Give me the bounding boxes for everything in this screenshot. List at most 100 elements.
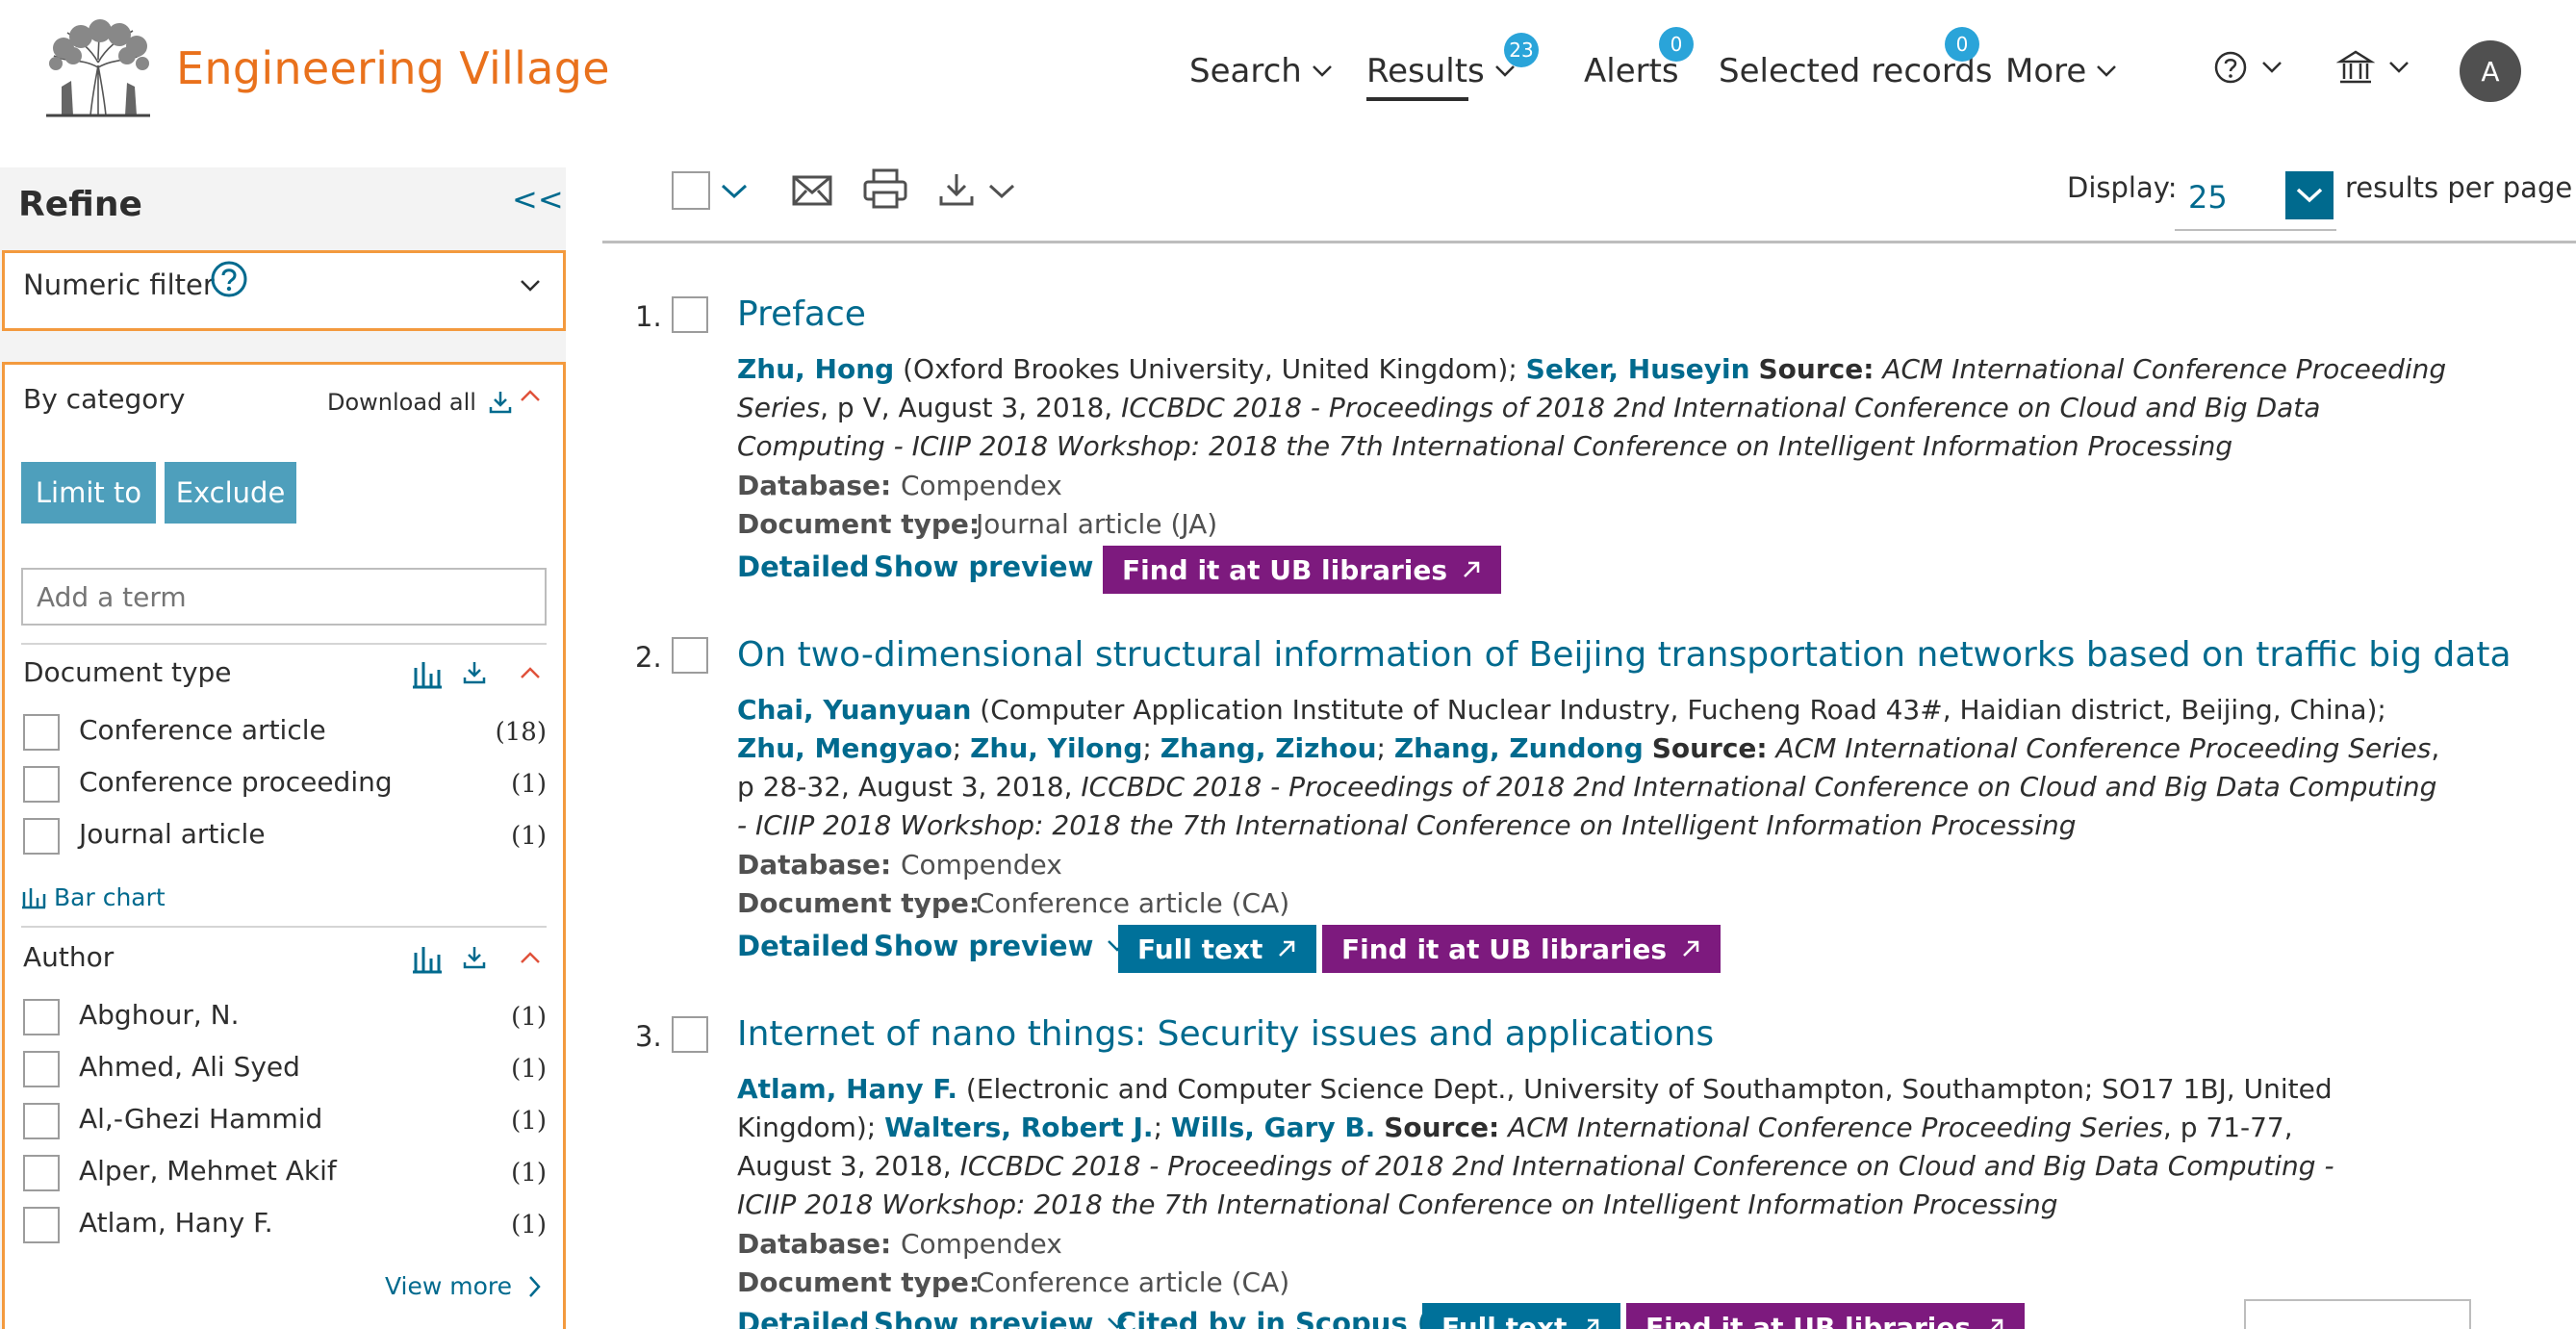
facet-label: Journal article <box>79 818 266 850</box>
site-logo-text[interactable]: Engineering Village <box>176 42 610 94</box>
find-it-label: Find it at UB libraries <box>1645 1311 1972 1329</box>
facet-checkbox[interactable] <box>23 999 60 1035</box>
bar-chart-label: Bar chart <box>54 883 166 911</box>
collapse-sidebar-button[interactable]: << <box>512 181 564 217</box>
document-type-label: Document type: <box>737 1266 981 1298</box>
facet-checkbox[interactable] <box>23 1207 60 1243</box>
author-link[interactable]: Wills, Gary B. <box>1171 1112 1375 1143</box>
detailed-link[interactable]: Detailed <box>737 550 869 583</box>
facet-checkbox[interactable] <box>23 1155 60 1191</box>
divider <box>21 926 547 928</box>
result-title[interactable]: Internet of nano things: Security issues… <box>737 1014 1714 1054</box>
facet-label: Atlam, Hany F. <box>79 1207 273 1239</box>
show-preview-link[interactable]: Show preview <box>874 930 1128 962</box>
show-preview-label: Show preview <box>874 1307 1094 1329</box>
print-icon[interactable] <box>862 167 908 210</box>
facet-label: Alper, Mehmet Akif <box>79 1155 337 1187</box>
detailed-link[interactable]: Detailed <box>737 1307 869 1329</box>
full-text-button[interactable]: Full text <box>1422 1303 1621 1329</box>
facet-checkbox[interactable] <box>23 1103 60 1139</box>
bar-chart-link[interactable]: Bar chart <box>21 883 166 911</box>
download-all-button[interactable]: Download all <box>327 389 513 416</box>
chevron-down-icon <box>2097 65 2117 77</box>
nav-search-label: Search <box>1189 52 1302 90</box>
full-text-label: Full text <box>1441 1311 1568 1329</box>
selected-records-count-badge: 0 <box>1945 27 1979 62</box>
author-link[interactable]: Zhang, Zizhou <box>1160 732 1377 764</box>
cited-by-label: Cited by in Scopus (1) <box>1116 1307 1463 1329</box>
view-more-link[interactable]: View more <box>385 1272 541 1300</box>
chevron-down-icon <box>1494 65 1515 77</box>
author-link[interactable]: Zhu, Hong <box>737 353 894 385</box>
facet-checkbox[interactable] <box>23 714 60 751</box>
exclude-button[interactable]: Exclude <box>165 462 296 524</box>
cited-by-link[interactable]: Cited by in Scopus (1) <box>1116 1307 1463 1329</box>
user-avatar[interactable]: A <box>2460 40 2521 102</box>
chevron-right-icon <box>529 1275 541 1297</box>
result-checkbox[interactable] <box>672 296 708 333</box>
facet-count: (1) <box>511 1211 547 1240</box>
facet-checkbox[interactable] <box>23 766 60 803</box>
results-per-page-dropdown[interactable] <box>2285 171 2334 219</box>
chevron-down-icon[interactable] <box>520 279 541 293</box>
email-icon[interactable] <box>791 173 833 208</box>
select-all-checkbox[interactable] <box>672 171 710 210</box>
result-checkbox[interactable] <box>672 1016 708 1053</box>
find-it-button[interactable]: Find it at UB libraries <box>1626 1303 2026 1329</box>
show-preview-link[interactable]: Show preview <box>874 550 1128 583</box>
source-label: Source: <box>1651 732 1768 764</box>
find-it-button[interactable]: Find it at UB libraries <box>1322 925 1722 973</box>
download-icon[interactable] <box>462 660 487 685</box>
nav-results[interactable]: Results <box>1366 52 1516 90</box>
database-value: Compendex <box>901 849 1062 881</box>
external-link-icon <box>1464 561 1480 577</box>
bar-chart-icon[interactable] <box>412 660 443 689</box>
facet-checkbox[interactable] <box>23 818 60 855</box>
database-value: Compendex <box>901 1228 1062 1260</box>
by-category-label: By category <box>23 383 186 415</box>
find-it-button[interactable]: Find it at UB libraries <box>1103 546 1502 594</box>
external-link-icon <box>1991 1318 2003 1329</box>
detailed-link[interactable]: Detailed <box>737 930 869 962</box>
back-to-top-button[interactable] <box>2244 1299 2471 1329</box>
author-link[interactable]: Zhang, Zundong <box>1394 732 1644 764</box>
chevron-down-icon[interactable] <box>987 183 1016 200</box>
show-preview-link[interactable]: Show preview <box>874 1307 1128 1329</box>
help-menu[interactable] <box>2213 50 2283 85</box>
author-link[interactable]: Walters, Robert J. <box>884 1112 1153 1143</box>
chevron-up-icon[interactable] <box>520 389 541 402</box>
facet-checkbox[interactable] <box>23 1051 60 1087</box>
help-icon[interactable] <box>210 260 248 298</box>
download-icon[interactable] <box>937 171 976 208</box>
show-preview-label: Show preview <box>874 930 1094 962</box>
limit-to-button[interactable]: Limit to <box>21 462 156 524</box>
result-title[interactable]: On two-dimensional structural informatio… <box>737 635 2512 675</box>
nav-more[interactable]: More <box>2005 52 2117 90</box>
database-value: Compendex <box>901 470 1062 501</box>
chevron-down-icon[interactable] <box>720 183 749 200</box>
author-link[interactable]: Seker, Huseyin <box>1526 353 1750 385</box>
download-icon[interactable] <box>462 945 487 970</box>
document-type-value: Journal article (JA) <box>976 508 1218 540</box>
result-checkbox[interactable] <box>672 637 708 674</box>
bar-chart-icon[interactable] <box>412 945 443 974</box>
full-text-button[interactable]: Full text <box>1118 925 1317 973</box>
detailed-label: Detailed <box>737 930 870 962</box>
add-term-input[interactable] <box>21 568 547 626</box>
author-link[interactable]: Atlam, Hany F. <box>737 1073 957 1105</box>
chevron-up-icon[interactable] <box>520 951 541 964</box>
toolbar-divider <box>602 241 2576 243</box>
nav-search[interactable]: Search <box>1189 52 1333 90</box>
facet-label: Al,-Ghezi Hammid <box>79 1103 323 1135</box>
database-label: Database: <box>737 470 892 501</box>
view-more-label: View more <box>385 1272 513 1300</box>
author-link[interactable]: Zhu, Yilong <box>970 732 1142 764</box>
chevron-up-icon[interactable] <box>520 666 541 679</box>
document-type-title: Document type <box>23 656 232 688</box>
author-link[interactable]: Zhu, Mengyao <box>737 732 953 764</box>
author-link[interactable]: Chai, Yuanyuan <box>737 694 971 726</box>
result-title[interactable]: Preface <box>737 294 866 334</box>
chevron-down-icon <box>1312 65 1332 77</box>
institution-menu[interactable] <box>2336 48 2410 87</box>
document-type-value: Conference article (CA) <box>976 887 1290 919</box>
